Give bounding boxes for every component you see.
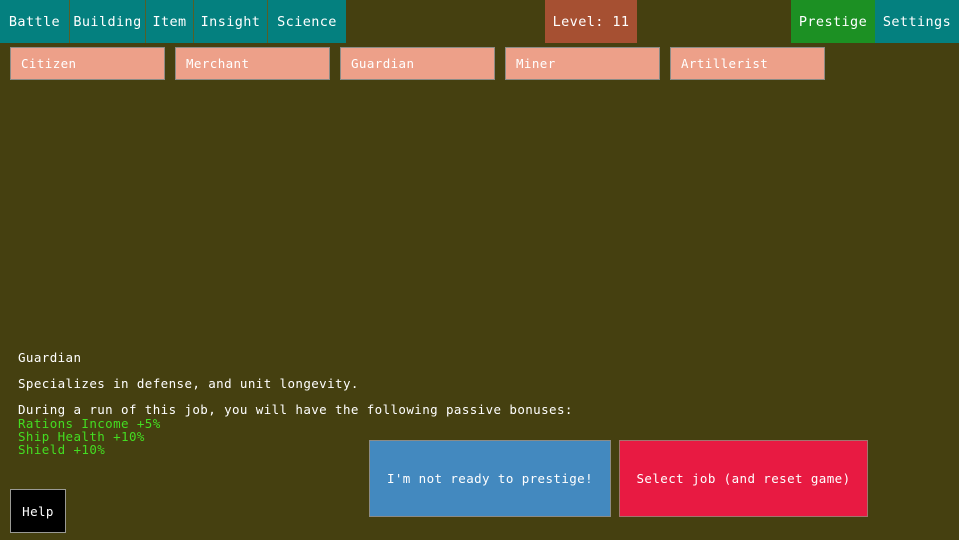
job-tab-miner-label: Miner — [516, 56, 556, 71]
job-description-title: Guardian — [18, 351, 718, 364]
nav-tab-settings-label: Settings — [883, 14, 951, 30]
nav-tab-building-label: Building — [73, 14, 141, 30]
nav-spacer-left — [346, 0, 545, 43]
nav-tab-battle[interactable]: Battle — [0, 0, 70, 43]
not-ready-to-prestige-label: I'm not ready to prestige! — [387, 471, 593, 486]
job-tab-artillerist[interactable]: Artillerist — [670, 47, 825, 80]
nav-tab-insight-label: Insight — [201, 14, 261, 30]
select-job-reset-game-button[interactable]: Select job (and reset game) — [619, 440, 868, 517]
job-tab-citizen-label: Citizen — [21, 56, 76, 71]
job-description-summary: Specializes in defense, and unit longevi… — [18, 377, 718, 390]
job-tab-merchant-label: Merchant — [186, 56, 249, 71]
help-button[interactable]: Help — [10, 489, 66, 533]
nav-tab-building[interactable]: Building — [70, 0, 146, 43]
nav-tab-science-label: Science — [277, 14, 337, 30]
nav-tab-insight[interactable]: Insight — [194, 0, 268, 43]
nav-tab-item-label: Item — [152, 14, 186, 30]
nav-tab-battle-label: Battle — [9, 14, 60, 30]
select-job-reset-game-label: Select job (and reset game) — [637, 471, 851, 486]
job-tab-guardian-label: Guardian — [351, 56, 414, 71]
nav-spacer-right — [637, 0, 791, 43]
level-badge-label: Level: 11 — [553, 14, 630, 30]
job-selector-row: Citizen Merchant Guardian Miner Artiller… — [0, 47, 825, 80]
job-tab-artillerist-label: Artillerist — [681, 56, 768, 71]
job-tab-guardian[interactable]: Guardian — [340, 47, 495, 80]
job-tab-merchant[interactable]: Merchant — [175, 47, 330, 80]
job-tab-miner[interactable]: Miner — [505, 47, 660, 80]
job-description-bonus-intro: During a run of this job, you will have … — [18, 403, 718, 416]
passive-bonus-list: Rations Income +5% Ship Health +10% Shie… — [18, 417, 718, 457]
nav-tab-science[interactable]: Science — [268, 0, 346, 43]
passive-bonus-item: Shield +10% — [18, 443, 718, 456]
not-ready-to-prestige-button[interactable]: I'm not ready to prestige! — [369, 440, 611, 517]
help-button-label: Help — [22, 504, 54, 519]
job-tab-citizen[interactable]: Citizen — [10, 47, 165, 80]
nav-tab-item[interactable]: Item — [146, 0, 194, 43]
nav-tab-prestige[interactable]: Prestige — [791, 0, 875, 43]
passive-bonus-item: Rations Income +5% — [18, 417, 718, 430]
nav-tab-settings[interactable]: Settings — [875, 0, 959, 43]
job-description-panel: Guardian Specializes in defense, and uni… — [18, 351, 718, 457]
level-badge: Level: 11 — [545, 0, 637, 43]
passive-bonus-item: Ship Health +10% — [18, 430, 718, 443]
nav-tab-prestige-label: Prestige — [799, 14, 867, 30]
top-navigation-bar: Battle Building Item Insight Science Lev… — [0, 0, 959, 43]
